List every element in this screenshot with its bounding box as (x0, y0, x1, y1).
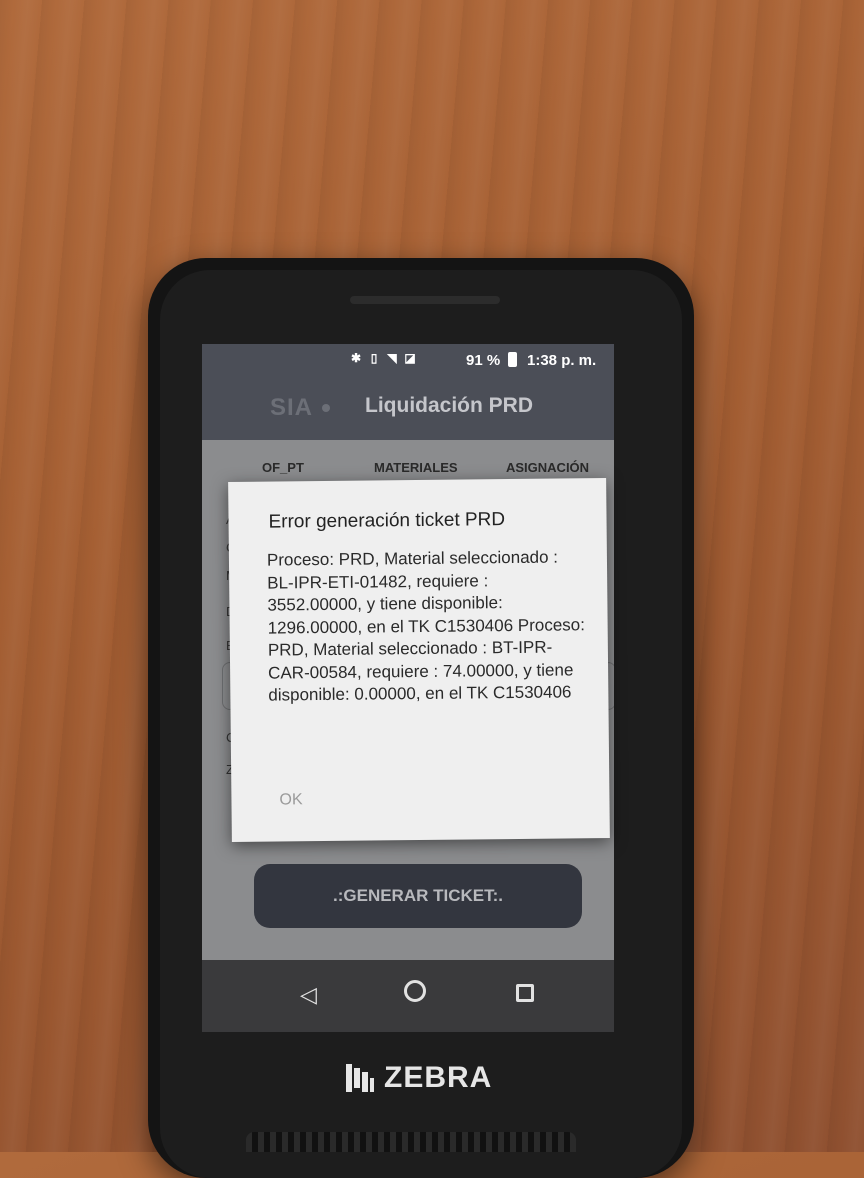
navigation-bar: ◁ (202, 960, 614, 1032)
tab-of-pt[interactable]: OF_PT (262, 460, 304, 475)
error-dialog: Error generación ticket PRD Proceso: PRD… (228, 478, 610, 842)
wifi-icon: ◥ (387, 351, 397, 365)
battery-percentage: 91 % (466, 352, 501, 369)
earpiece-speaker (350, 296, 500, 304)
home-icon[interactable] (404, 980, 426, 1002)
brand-name: ZEBRA (384, 1061, 493, 1094)
app-bar: SIA Liquidación PRD (202, 376, 614, 440)
speaker-grille (246, 1132, 576, 1152)
status-bar: ✱ ▯ ◥ ◪ 91 % 1:38 p. m. (202, 344, 614, 376)
back-icon[interactable]: ◁ (300, 982, 317, 1008)
clock: 1:38 p. m. (527, 352, 597, 369)
vibrate-icon: ▯ (370, 351, 378, 365)
tab-bar: OF_PT MATERIALES ASIGNACIÓN (202, 440, 614, 484)
zebra-logo-icon (346, 1064, 374, 1092)
generate-ticket-button[interactable]: .:GENERAR TICKET:. (254, 864, 582, 928)
battery-icon (508, 352, 517, 367)
app-logo: SIA (270, 394, 314, 421)
bluetooth-icon: ✱ (350, 351, 362, 365)
logo-mark-icon (322, 404, 330, 412)
device-brand: ZEBRA (338, 1058, 492, 1098)
app-title: Liquidación PRD (365, 394, 533, 417)
tab-asignacion[interactable]: ASIGNACIÓN (506, 460, 589, 475)
ok-button[interactable]: OK (279, 791, 302, 809)
tab-materiales[interactable]: MATERIALES (374, 460, 458, 475)
dialog-message: Proceso: PRD, Material seleccionado : BL… (266, 547, 585, 705)
dialog-title: Error generación ticket PRD (268, 509, 506, 533)
no-sim-icon: ◪ (404, 351, 416, 365)
recents-icon[interactable] (516, 984, 534, 1002)
